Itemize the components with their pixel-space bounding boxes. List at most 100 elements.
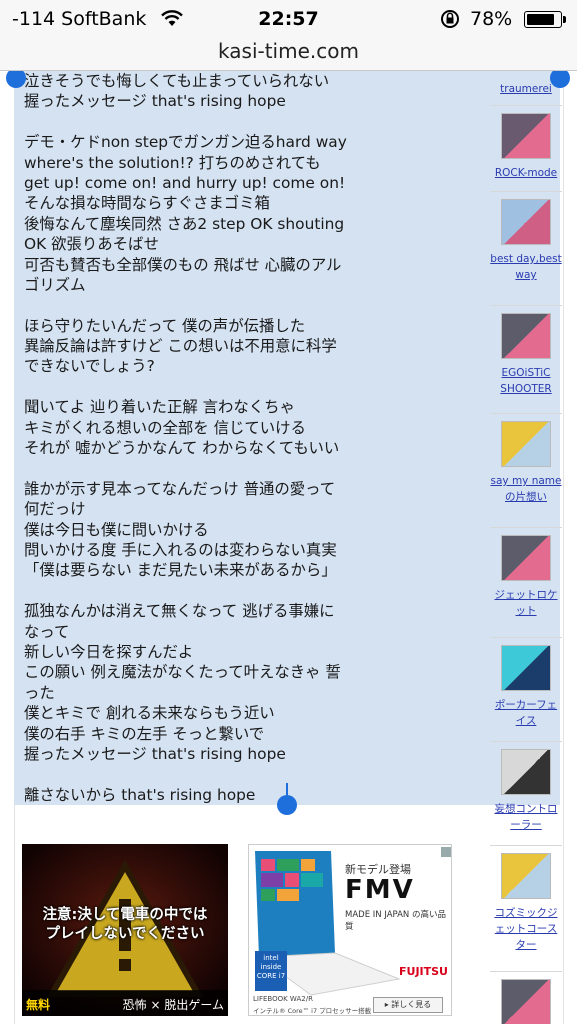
lyric-line: where's the solution!? 打ちのめされても — [24, 153, 321, 172]
game-ad-headline-1: 注意:決して電車の中では — [42, 907, 208, 923]
sidebar-song-item[interactable]: say my name の片想い — [490, 421, 562, 505]
related-songs-sidebar: traumerei ROCK-mode best day,best way EGOiST… — [490, 71, 562, 1024]
sidebar-song-item[interactable]: ポーカーフェ イス — [490, 645, 562, 729]
laptop-ad-brand: FMV — [345, 875, 415, 905]
intel-badge-line-3: CORE i7 — [256, 972, 286, 980]
sidebar-song-link[interactable]: ポーカーフェ イス — [490, 697, 562, 729]
sidebar-song-link-line: ROCK-mode — [494, 167, 558, 179]
album-thumbnail[interactable] — [501, 979, 551, 1024]
lyric-line: 誰かが示す見本ってなんだっけ 普通の愛って — [24, 479, 336, 498]
lyric-line — [24, 764, 374, 784]
sidebar-song-item[interactable]: コズミックジ ェットコース ター — [490, 853, 562, 953]
sidebar-song-link[interactable]: ジェットロケ ット — [490, 587, 562, 619]
game-ad-banner[interactable]: 注意:決して電車の中では プレイしないでください 無料 恐怖 × 脱出ゲーム — [22, 844, 228, 1016]
selection-end-handle[interactable] — [277, 795, 297, 815]
sidebar-divider — [490, 637, 562, 638]
lyric-line: った — [24, 683, 55, 702]
laptop-ad-more-button[interactable]: ▸ 詳しく見る — [373, 997, 443, 1013]
sidebar-song-item[interactable]: EGOiSTiC SHOOTER — [490, 313, 562, 397]
lyric-line — [24, 581, 374, 601]
lyrics-text[interactable]: 泣きそうでも悔しくても止まっていられない 握ったメッセージ that's risi… — [24, 71, 374, 805]
lyric-line: そんな損な時間ならすぐさまゴミ箱 — [24, 194, 270, 213]
sidebar-song-link-line: best day,best — [490, 253, 562, 265]
sidebar-song-link[interactable]: traumerei — [490, 81, 562, 97]
lyric-line: get up! come on! and hurry up! come on! — [24, 173, 346, 192]
sidebar-song-link-line: コズミックジ — [494, 907, 558, 919]
sidebar-song-item[interactable]: ジェットロケ ット — [490, 535, 562, 619]
sidebar-divider — [490, 305, 562, 306]
album-thumbnail[interactable] — [501, 313, 551, 359]
album-thumbnail[interactable] — [501, 535, 551, 581]
album-thumbnail[interactable] — [501, 853, 551, 899]
lyric-line: OK 欲張りあそばせ — [24, 235, 159, 254]
sidebar-song-item[interactable]: ROCK-mode — [490, 113, 562, 181]
lyric-line: 僕は今日も僕に問いかける — [24, 520, 209, 539]
lyric-line — [24, 295, 374, 315]
web-page: 泣きそうでも悔しくても止まっていられない 握ったメッセージ that's risi… — [0, 71, 577, 1024]
laptop-ad-made-in: MADE IN JAPAN の高い品質 — [345, 910, 446, 932]
page-border-right — [563, 71, 564, 1024]
lyric-line: 後悔なんて塵埃同然 さあ2 step OK shouting — [24, 214, 345, 233]
lyric-line: 新しい今日を探すんだよ — [24, 642, 194, 661]
laptop-ad-maker: FUJITSU — [399, 965, 448, 978]
sidebar-song-link-line: ーラー — [510, 819, 542, 831]
game-ad-genre: 恐怖 × 脱出ゲーム — [122, 998, 224, 1012]
sidebar-song-link-line: ター — [515, 939, 537, 951]
album-thumbnail[interactable] — [501, 113, 551, 159]
game-ad-free-tag: 無料 — [26, 998, 51, 1012]
lyric-line: 握ったメッセージ that's rising hope — [24, 744, 286, 763]
sidebar-divider — [490, 413, 562, 414]
sidebar-song-link[interactable]: EGOiSTiC SHOOTER — [490, 365, 562, 397]
sidebar-song-link-line: の片想い — [505, 491, 547, 503]
lyric-line: ゴリズム — [24, 275, 86, 294]
sidebar-song-link-line: ェットコース — [494, 923, 558, 935]
lyric-line: 泣きそうでも悔しくても止まっていられない — [24, 72, 330, 90]
sidebar-song-link-line: ジェットロケ — [494, 589, 558, 601]
sidebar-song-item[interactable]: best day,best way — [490, 199, 562, 283]
album-thumbnail[interactable] — [501, 645, 551, 691]
sidebar-song-link-line: SHOOTER — [500, 383, 552, 395]
game-ad-headline-2: プレイしないでください — [45, 926, 205, 942]
sidebar-song-link-line: way — [515, 269, 537, 281]
laptop-ad-model: LIFEBOOK WA2/R — [253, 995, 313, 1003]
lyric-line: 異論反論は許すけど この想いは不用意に科学 — [24, 337, 337, 356]
lyric-line: できないでしょう? — [24, 357, 155, 376]
intel-badge: intel inside CORE i7 — [255, 951, 287, 991]
laptop-ad-banner[interactable]: 新モデル登場 FMV MADE IN JAPAN の高い品質 intel ins… — [248, 844, 452, 1016]
sidebar-song-link-line: traumerei — [500, 83, 552, 95]
lyric-line: キミがくれる想いの全部を 信じていける — [24, 418, 306, 437]
album-thumbnail[interactable] — [501, 199, 551, 245]
sidebar-divider — [490, 845, 562, 846]
lyric-line — [24, 458, 374, 478]
url-bar[interactable]: kasi-time.com — [0, 38, 577, 71]
sidebar-song-item[interactable]: 妄想コントロ ーラー — [490, 749, 562, 833]
sidebar-song-link-line: ット — [515, 605, 537, 617]
lyric-line — [24, 112, 374, 132]
sidebar-song-link[interactable]: best day,best way — [490, 251, 562, 283]
sidebar-divider — [490, 105, 562, 106]
sidebar-song-link[interactable]: 妄想コントロ ーラー — [490, 801, 562, 833]
url-text: kasi-time.com — [218, 39, 359, 63]
sidebar-song-link-line: 妄想コントロ — [494, 803, 558, 815]
album-thumbnail[interactable] — [501, 749, 551, 795]
lyric-line: 僕とキミで 創れる未来ならもう近い — [24, 704, 275, 723]
lyric-line: デモ・ケドnon stepでガンガン迫るhard way — [24, 133, 347, 152]
lyric-line: 「僕は要らない まだ見たい未来があるから」 — [24, 561, 337, 580]
lyric-line: この願い 例え魔法がなくたって叶えなきゃ 誓 — [24, 663, 341, 682]
album-thumbnail[interactable] — [501, 421, 551, 467]
battery-percent: 78% — [470, 8, 513, 30]
intel-badge-line-2: inside — [260, 963, 282, 971]
sidebar-song-link[interactable]: say my name の片想い — [490, 473, 562, 505]
lyric-line — [24, 377, 374, 397]
sidebar-divider — [490, 741, 562, 742]
sidebar-divider — [490, 191, 562, 192]
sidebar-song-link-line: EGOiSTiC — [501, 367, 551, 379]
lyric-line: 聞いてよ 辿り着いた正解 言わなくちゃ — [24, 398, 295, 417]
laptop-ad-more-label: 詳しく見る — [391, 1000, 432, 1009]
sidebar-song-link[interactable]: コズミックジ ェットコース ター — [490, 905, 562, 953]
sidebar-divider — [490, 971, 562, 972]
sidebar-song-item[interactable] — [490, 979, 562, 1024]
sidebar-song-item[interactable]: traumerei — [490, 71, 562, 97]
sidebar-song-link[interactable]: ROCK-mode — [490, 165, 562, 181]
battery-icon — [524, 11, 566, 28]
